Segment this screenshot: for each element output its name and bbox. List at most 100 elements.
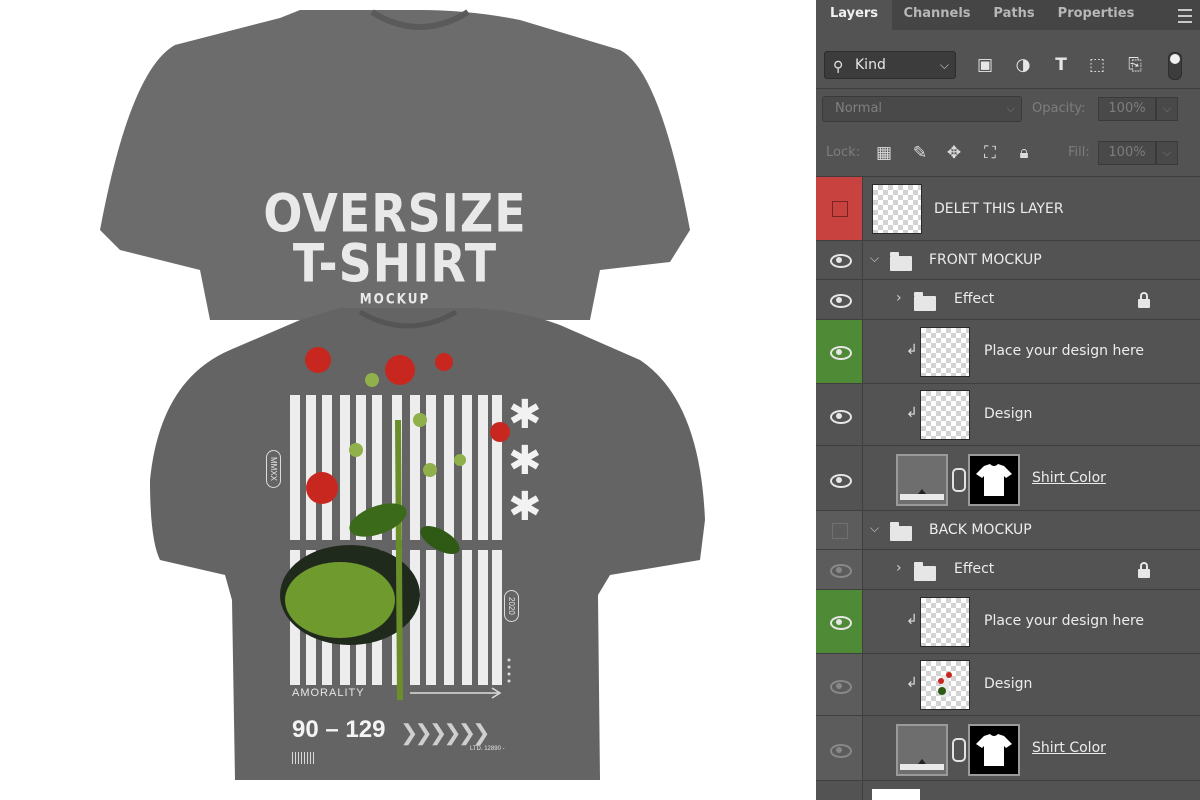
adjustment-filter-icon[interactable]: ◑ [1012, 54, 1034, 76]
ltd-text: LTD. 12890 - [470, 746, 505, 752]
layer-mask-thumbnail[interactable] [968, 454, 1020, 506]
tab-layers[interactable]: Layers [816, 0, 892, 30]
eye-icon [830, 744, 852, 758]
layer-row-place-design[interactable]: ↲ Place your design here [816, 590, 1200, 654]
visibility-toggle[interactable] [816, 280, 863, 319]
fill-chevron-icon[interactable]: ⌵ [1156, 141, 1178, 165]
chevron-right-icon[interactable]: › [896, 560, 902, 576]
pixel-filter-icon[interactable]: ▣ [974, 54, 996, 76]
layer-name: Shirt Color [1032, 470, 1106, 486]
layer-row-shirt-color[interactable]: Shirt Color [816, 716, 1200, 781]
layer-row-back-mockup[interactable]: ⌵ BACK MOCKUP [816, 511, 1200, 550]
link-chain-icon[interactable] [952, 468, 966, 492]
shape-filter-icon[interactable]: ⬚ [1086, 54, 1108, 76]
lock-position-move-icon[interactable]: ✥ [944, 142, 964, 164]
tab-properties[interactable]: Properties [1048, 0, 1144, 30]
layer-name: BACK MOCKUP [929, 522, 1032, 538]
fill-input[interactable]: 100% [1098, 141, 1156, 165]
amorality-text: AMORALITY [292, 687, 365, 699]
folder-icon [890, 522, 912, 541]
visibility-toggle[interactable] [816, 511, 863, 549]
visibility-toggle[interactable] [816, 781, 863, 800]
tab-channels[interactable]: Channels [894, 0, 980, 30]
lock-label: Lock: [826, 145, 861, 160]
tshirt-mask-icon [976, 734, 1012, 766]
eye-icon [830, 616, 852, 630]
layer-thumbnail [872, 184, 922, 234]
layer-name: DELET THIS LAYER [934, 201, 1064, 217]
flower-thumbnail-icon [938, 672, 952, 697]
lock-icon [1138, 292, 1150, 308]
smart-object-filter-icon[interactable]: ⎘ [1124, 54, 1146, 76]
hidden-box-icon [832, 523, 848, 539]
color-fill-thumbnail [896, 724, 948, 776]
chevron-down-icon[interactable]: ⌵ [870, 521, 879, 536]
visibility-toggle[interactable] [816, 241, 863, 279]
hidden-box-icon [832, 201, 848, 217]
type-filter-icon[interactable]: T [1050, 54, 1072, 76]
filter-kind-select[interactable]: ⚲ Kind ⌵ [824, 51, 956, 79]
design-thumbnail [920, 660, 970, 710]
tab-paths[interactable]: Paths [982, 0, 1046, 30]
lock-all-icon[interactable]: 🔒︎ [1014, 142, 1034, 164]
clipping-mask-icon: ↲ [906, 612, 918, 628]
folder-icon [914, 292, 936, 311]
layer-thumbnail [872, 789, 920, 800]
visibility-toggle[interactable] [816, 550, 863, 589]
divider [816, 88, 1200, 89]
visibility-toggle[interactable] [816, 177, 863, 240]
eye-icon [830, 680, 852, 694]
lock-transparency-icon[interactable]: ▦ [874, 142, 894, 164]
layer-mask-thumbnail[interactable] [968, 724, 1020, 776]
oval-tag-left: MMXX [266, 450, 281, 488]
blend-mode-value: Normal [835, 101, 883, 116]
lock-pixels-brush-icon[interactable]: ✎ [910, 142, 930, 164]
visibility-toggle[interactable] [816, 716, 863, 780]
layer-row-effect[interactable]: › Effect [816, 550, 1200, 590]
filter-toggle[interactable] [1168, 52, 1182, 80]
layer-row-design[interactable]: ↲ Design [816, 384, 1200, 446]
eye-icon [830, 254, 852, 268]
search-icon: ⚲ [833, 59, 844, 75]
layer-thumbnail [920, 390, 970, 440]
layer-name: Effect [954, 291, 995, 307]
lock-artboard-crop-icon[interactable]: ⛶ [980, 142, 1000, 164]
layer-row-front-mockup[interactable]: ⌵ FRONT MOCKUP [816, 241, 1200, 280]
chevron-down-icon[interactable]: ⌵ [870, 251, 879, 266]
layer-name: FRONT MOCKUP [929, 252, 1042, 268]
visibility-toggle[interactable] [816, 654, 863, 715]
layers-panel: Layers Channels Paths Properties ⚲ Kind … [816, 0, 1200, 800]
lock-icon [1138, 562, 1150, 578]
layer-row-partial[interactable] [816, 781, 1200, 800]
tshirt-mask-icon [976, 464, 1012, 496]
folder-icon [914, 562, 936, 581]
eye-icon [830, 410, 852, 424]
link-chain-icon[interactable] [952, 738, 966, 762]
chevron-right-icon[interactable]: › [896, 290, 902, 306]
opacity-chevron-icon[interactable]: ⌵ [1156, 97, 1178, 121]
layer-thumbnail [920, 597, 970, 647]
chevron-down-icon: ⌵ [939, 58, 949, 72]
eye-icon [830, 294, 852, 308]
visibility-toggle[interactable] [816, 320, 863, 383]
layer-row-effect[interactable]: › Effect [816, 280, 1200, 320]
visibility-toggle[interactable] [816, 590, 863, 653]
clipping-mask-icon: ↲ [906, 342, 918, 358]
eye-icon [830, 474, 852, 488]
layer-row-delete[interactable]: DELET THIS LAYER [816, 177, 1200, 241]
visibility-toggle[interactable] [816, 446, 863, 510]
layer-name: Design [984, 406, 1033, 422]
eye-icon [830, 346, 852, 360]
visibility-toggle[interactable] [816, 384, 863, 445]
blend-mode-select[interactable]: Normal ⌵ [822, 96, 1022, 122]
layer-name: Shirt Color [1032, 740, 1106, 756]
opacity-input[interactable]: 100% [1098, 97, 1156, 121]
eye-icon [830, 564, 852, 578]
layer-row-place-design[interactable]: ↲ Place your design here [816, 320, 1200, 384]
panel-menu-icon[interactable] [1178, 9, 1192, 23]
chevron-arrows: ❯❯❯❯❯❯ [400, 720, 491, 745]
layer-row-design[interactable]: ↲ Design [816, 654, 1200, 716]
blend-row: Normal ⌵ Opacity: 100% ⌵ [816, 93, 1200, 127]
folder-icon [890, 252, 912, 271]
layer-row-shirt-color[interactable]: Shirt Color [816, 446, 1200, 511]
